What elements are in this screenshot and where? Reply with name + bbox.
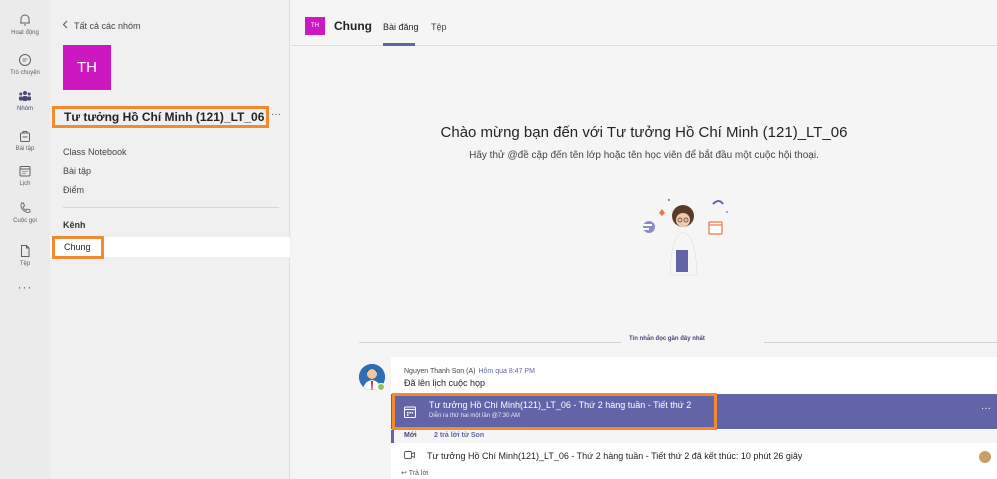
class-notebook-link[interactable]: Class Notebook	[63, 147, 127, 157]
calendar-icon	[17, 163, 33, 179]
avatar[interactable]	[979, 451, 991, 463]
video-camera-icon	[404, 451, 415, 461]
rail-calls[interactable]: Cuộc gọi	[0, 200, 50, 224]
channel-title: Chung	[334, 19, 372, 33]
rail-label: Hoạt động	[11, 30, 39, 36]
rail-label: Cuộc gọi	[13, 218, 37, 224]
replies-summary[interactable]: Mới 2 trả lời từ Son	[391, 430, 997, 443]
post-time: Hôm qua 8:47 PM	[478, 368, 535, 375]
bell-icon	[17, 12, 33, 28]
post-author-line: Nguyen Thanh Son (A) Hôm qua 8:47 PM	[404, 368, 535, 375]
rail-teams[interactable]: Nhóm	[0, 88, 50, 112]
post-message: Đã lên lịch cuộc họp	[404, 378, 486, 388]
channel-avatar: TH	[305, 17, 325, 35]
chevron-left-icon	[62, 20, 68, 31]
tab-files[interactable]: Tệp	[431, 22, 447, 32]
meeting-highlight-box	[392, 393, 717, 430]
assignments-link[interactable]: Bài tập	[63, 166, 91, 176]
grades-link[interactable]: Điểm	[63, 185, 84, 195]
rail-calendar[interactable]: Lịch	[0, 163, 50, 187]
divider-line	[359, 342, 621, 343]
reply-label: Trả lời	[408, 470, 429, 477]
divider	[63, 207, 279, 208]
welcome-illustration	[643, 198, 728, 276]
recent-messages-label: Tin nhắn đọc gần đây nhất	[629, 336, 705, 342]
post-card: Nguyen Thanh Son (A) Hôm qua 8:47 PM Đã l…	[391, 357, 997, 479]
rail-label: Lịch	[19, 181, 31, 187]
team-avatar: TH	[63, 45, 111, 90]
rail-activity[interactable]: Hoạt động	[0, 12, 50, 36]
app-rail: Hoạt động Trò chuyện Nhóm Bài tập Lịch C…	[0, 0, 50, 479]
file-icon	[17, 243, 33, 259]
rail-label: Trò chuyện	[10, 70, 40, 76]
replies-count: 2 trả lời từ Son	[434, 432, 485, 439]
meeting-more-options-button[interactable]: ···	[981, 403, 991, 414]
rail-label: Tệp	[19, 261, 31, 267]
meeting-ended-row: Tư tưởng Hồ Chí Minh(121)_LT_06 - Thứ 2 …	[404, 451, 802, 461]
meeting-ended-text: Tư tưởng Hồ Chí Minh(121)_LT_06 - Thứ 2 …	[427, 451, 803, 461]
rail-files[interactable]: Tệp	[0, 243, 50, 267]
rail-chat[interactable]: Trò chuyện	[0, 52, 50, 76]
divider-line	[764, 342, 997, 343]
assignment-icon	[17, 128, 33, 144]
rail-assignments[interactable]: Bài tập	[0, 128, 50, 152]
post-author[interactable]: Nguyen Thanh Son (A)	[404, 368, 475, 375]
welcome-title: Chào mừng bạn đến với Tư tưởng Hồ Chí Mi…	[440, 124, 848, 141]
rail-label: Bài tập	[15, 146, 35, 152]
tab-posts[interactable]: Bài đăng	[383, 22, 419, 32]
back-to-teams-link[interactable]: Tất cả các nhóm	[62, 20, 141, 31]
channel-item-chung[interactable]: Chung	[52, 236, 104, 259]
recent-messages-divider: Tin nhắn đọc gần đây nhất	[359, 336, 997, 348]
active-tab-indicator	[383, 43, 415, 46]
reply-icon: ↩	[401, 470, 407, 477]
rail-label: Nhóm	[16, 106, 33, 112]
channel-main: TH Chung Bài đăng Tệp Chào mừng bạn đến …	[291, 0, 997, 479]
team-more-options-button[interactable]: ···	[271, 109, 281, 120]
channels-heading: Kênh	[63, 220, 86, 230]
channel-header: TH Chung Bài đăng Tệp	[291, 0, 997, 46]
presence-indicator	[377, 383, 385, 391]
reply-button[interactable]: ↩ Trả lời	[401, 469, 429, 477]
back-label: Tất cả các nhóm	[74, 20, 141, 31]
teams-icon	[17, 88, 33, 104]
team-name: Tư tưởng Hồ Chí Minh (121)_LT_06	[52, 106, 269, 128]
chat-icon	[17, 52, 33, 68]
phone-icon	[17, 200, 33, 216]
welcome-hint: Hãy thử @đề cập đến tên lớp hoặc tên học…	[469, 150, 819, 161]
more-apps-button[interactable]: ···	[0, 280, 50, 294]
team-panel: Tất cả các nhóm TH Tư tưởng Hồ Chí Minh …	[50, 0, 290, 479]
new-badge: Mới	[404, 432, 417, 439]
